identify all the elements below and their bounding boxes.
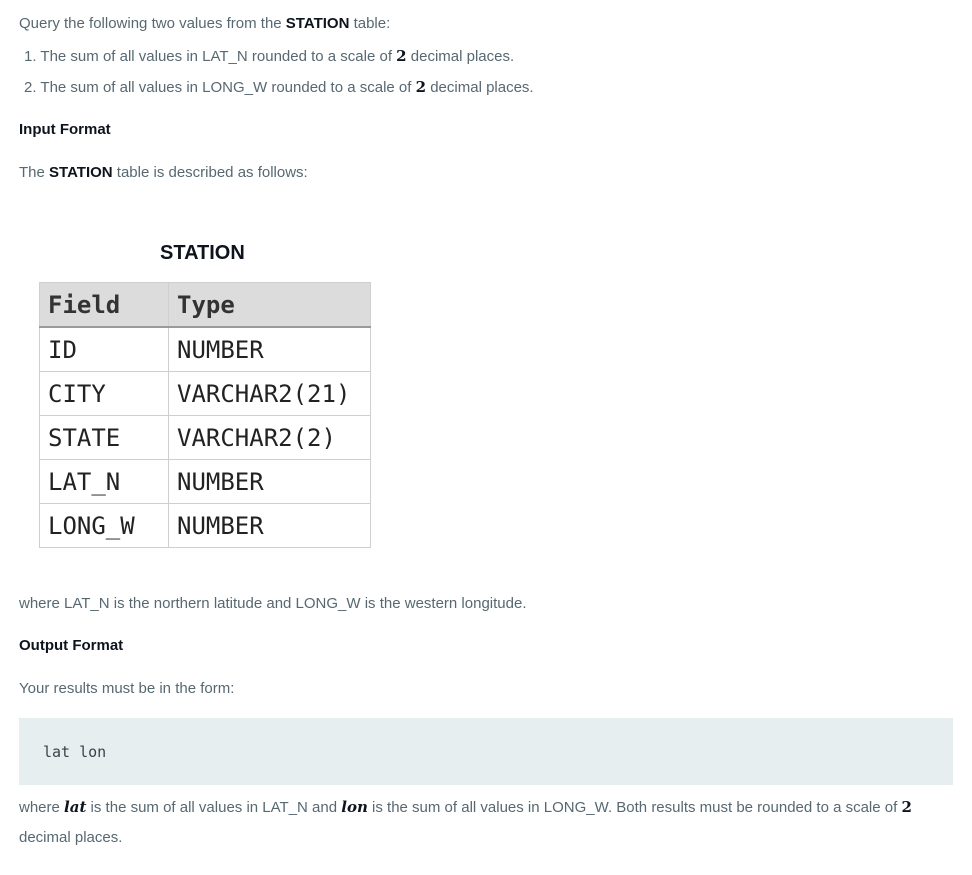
list-value: 2 (415, 78, 427, 96)
input-description: The STATION table is described as follow… (19, 164, 308, 181)
output-description: Your results must be in the form: (19, 680, 235, 697)
intro-table-name: STATION (285, 15, 350, 32)
list-number: 1. (24, 48, 37, 65)
header-field: Field (39, 282, 169, 328)
header-type: Type (168, 282, 371, 328)
where-text: where LAT_N is the northern latitude and… (19, 595, 527, 612)
var-lat: lat (64, 798, 87, 816)
schema-table-title: STATION (160, 242, 245, 264)
list-tail: decimal places. (426, 79, 534, 96)
schema-table: Field Type ID NUMBER CITY VARCHAR2(21) S… (39, 282, 371, 548)
final-part: is the sum of all values in LONG_W. Both… (367, 799, 902, 816)
type-cell: NUMBER (168, 459, 371, 504)
list-item: 1. The sum of all values in LAT_N rounde… (24, 47, 514, 65)
list-item: 2. The sum of all values in LONG_W round… (24, 78, 534, 96)
intro-text: Query the following two values from the … (19, 15, 390, 32)
field-cell: ID (39, 326, 169, 372)
input-desc-table: STATION (49, 164, 113, 181)
code-text: lat lon (43, 743, 107, 761)
list-text: The sum of all values in LAT_N rounded t… (40, 48, 397, 65)
final-part: is the sum of all values in LAT_N and (86, 799, 342, 816)
type-cell: NUMBER (168, 326, 371, 372)
final-text-line2: decimal places. (19, 829, 123, 846)
list-number: 2. (24, 79, 37, 96)
final-text: where lat is the sum of all values in LA… (19, 798, 912, 816)
var-lon: lon (341, 798, 368, 816)
list-tail: decimal places. (406, 48, 515, 65)
list-value: 2 (396, 47, 407, 65)
code-block: lat lon (19, 718, 953, 785)
table-row: STATE VARCHAR2(2) (39, 415, 371, 460)
intro-prefix: Query the following two values from the (19, 15, 286, 32)
table-row: LAT_N NUMBER (39, 459, 371, 504)
type-cell: VARCHAR2(2) (168, 415, 371, 460)
field-cell: STATE (39, 415, 169, 460)
list-text: The sum of all values in LONG_W rounded … (40, 79, 416, 96)
output-format-heading: Output Format (19, 637, 124, 654)
input-desc-suffix: table is described as follows: (112, 164, 308, 181)
final-number: 2 (901, 798, 912, 816)
input-format-heading: Input Format (19, 121, 111, 138)
field-cell: CITY (39, 371, 169, 416)
final-part: where (19, 799, 65, 816)
field-cell: LONG_W (39, 503, 169, 548)
table-row: CITY VARCHAR2(21) (39, 371, 371, 416)
table-row: ID NUMBER (39, 326, 371, 372)
type-cell: NUMBER (168, 503, 371, 548)
type-cell: VARCHAR2(21) (168, 371, 371, 416)
field-cell: LAT_N (39, 459, 169, 504)
table-row: LONG_W NUMBER (39, 503, 371, 548)
intro-suffix: table: (349, 15, 391, 32)
input-desc-prefix: The (19, 164, 50, 181)
table-header-row: Field Type (39, 282, 371, 328)
